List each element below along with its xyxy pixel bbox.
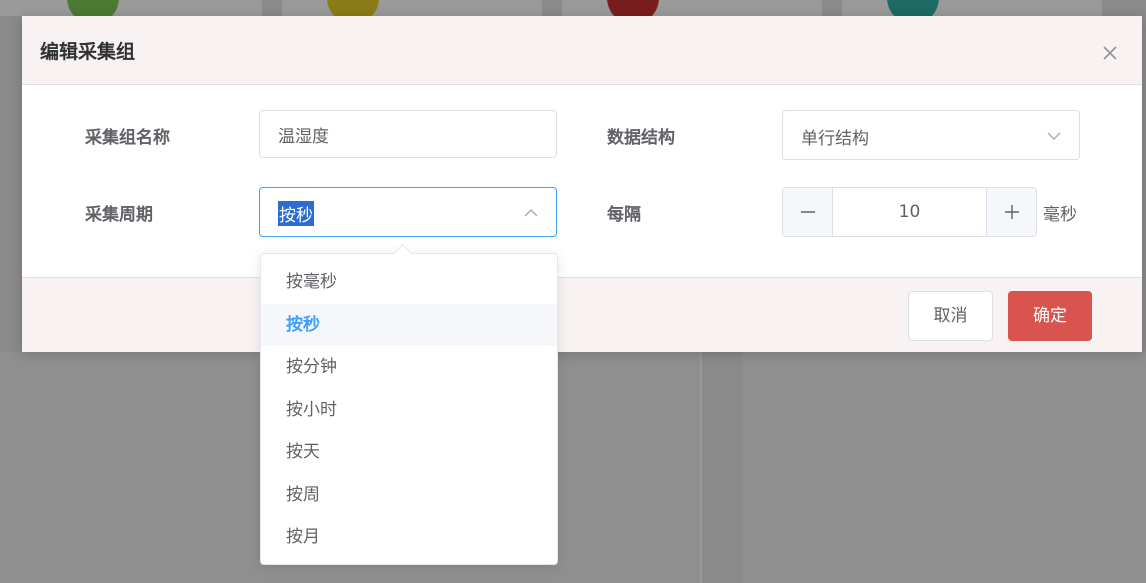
- dialog-header: 编辑采集组: [22, 16, 1142, 85]
- bg-card: [282, 0, 542, 16]
- period-option[interactable]: 按周: [261, 474, 557, 517]
- period-option[interactable]: 按月: [261, 516, 557, 559]
- confirm-button[interactable]: 确定: [1008, 291, 1092, 341]
- edit-group-dialog: 编辑采集组 采集组名称 数据结构 单行结构 采集周期 按秒 每隔: [22, 16, 1142, 352]
- bg-card: [842, 0, 1102, 16]
- period-option[interactable]: 按毫秒: [261, 261, 557, 304]
- interval-stepper: 10: [782, 187, 1037, 237]
- close-icon[interactable]: [1102, 45, 1118, 61]
- data-structure-select[interactable]: 单行结构: [782, 110, 1080, 160]
- period-option[interactable]: 按分钟: [261, 346, 557, 389]
- data-structure-label: 数据结构: [607, 128, 675, 148]
- group-name-input[interactable]: [259, 110, 557, 158]
- dialog-title: 编辑采集组: [40, 41, 136, 63]
- group-name-label: 采集组名称: [85, 128, 170, 148]
- dialog-body: 采集组名称 数据结构 单行结构 采集周期 按秒 每隔 10: [22, 85, 1142, 278]
- bg-card: [0, 0, 262, 16]
- bg-divider: [700, 352, 702, 583]
- period-label: 采集周期: [85, 205, 153, 225]
- decrease-button[interactable]: [783, 188, 833, 236]
- chevron-down-icon: [1047, 132, 1061, 140]
- bg-panel: [742, 352, 1146, 583]
- cancel-button[interactable]: 取消: [908, 291, 993, 341]
- period-options-list: 按毫秒 按秒 按分钟 按小时 按天 按周 按月: [261, 261, 557, 559]
- minus-icon: [800, 211, 815, 213]
- period-option[interactable]: 按天: [261, 431, 557, 474]
- period-select[interactable]: 按秒: [259, 187, 557, 237]
- period-option[interactable]: 按秒: [261, 303, 557, 346]
- interval-unit-label: 毫秒: [1043, 205, 1077, 225]
- bg-card: [562, 0, 822, 16]
- dialog-footer: 取消 确定: [22, 278, 1142, 352]
- period-dropdown: 按毫秒 按秒 按分钟 按小时 按天 按周 按月: [260, 244, 558, 565]
- period-option[interactable]: 按小时: [261, 389, 557, 432]
- interval-value-input[interactable]: 10: [833, 188, 986, 236]
- chevron-up-icon: [524, 209, 538, 217]
- interval-label: 每隔: [607, 205, 641, 225]
- data-structure-value: 单行结构: [801, 129, 869, 149]
- increase-button[interactable]: [986, 188, 1036, 236]
- period-value: 按秒: [278, 201, 314, 226]
- plus-icon: [1004, 205, 1019, 219]
